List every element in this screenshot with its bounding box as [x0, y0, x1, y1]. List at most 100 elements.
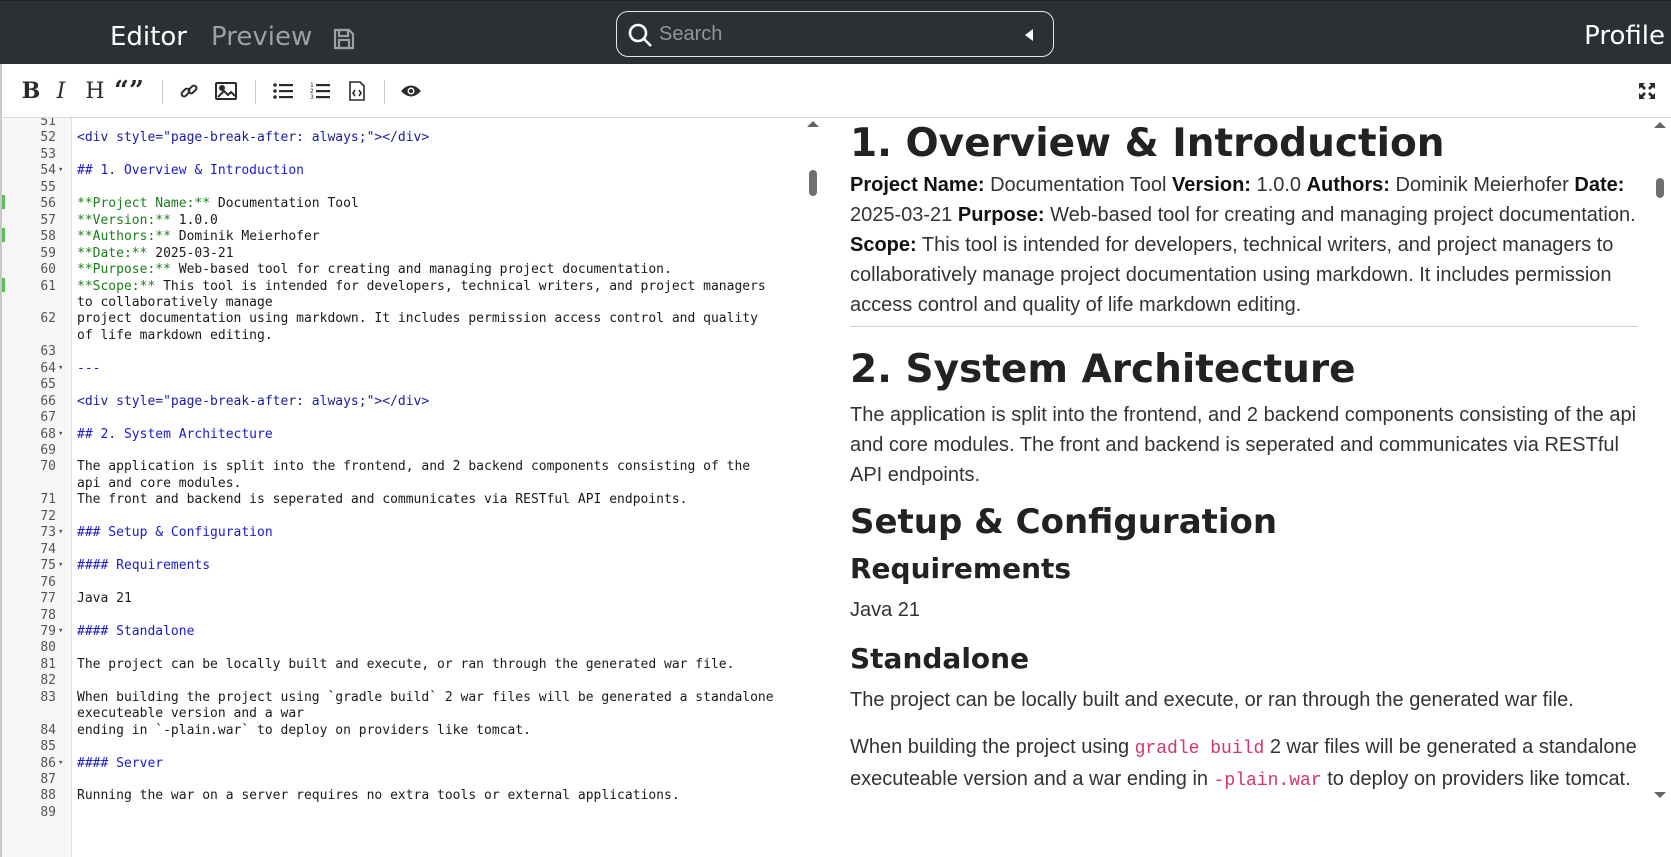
- code-text: <div style="page-break-after: always;"><…: [77, 130, 430, 146]
- line-number: 63: [40, 344, 56, 360]
- line-number: 54: [40, 163, 56, 179]
- image-button[interactable]: [211, 76, 241, 106]
- line-number: 70: [40, 459, 56, 475]
- heading-overview: 1. Overview & Introduction: [850, 121, 1445, 166]
- line-number: 67: [40, 410, 56, 426]
- numbered-list-button[interactable]: 123: [305, 76, 335, 106]
- bold-icon: B: [21, 78, 41, 104]
- code-text: ---: [77, 360, 101, 376]
- line-number: 68: [40, 426, 56, 442]
- bulleted-list-button[interactable]: [268, 76, 298, 106]
- line-number: 58: [40, 229, 56, 245]
- code-block-icon: [349, 81, 365, 101]
- editor-toolbar: B I H “” 123: [0, 64, 1671, 118]
- code-text: #### Standalone: [77, 623, 195, 639]
- code-text: The application is split into the fronte…: [77, 459, 751, 475]
- link-icon: [180, 84, 198, 98]
- quote-icon: “”: [114, 76, 144, 106]
- code-text: Java 21: [77, 591, 132, 607]
- architecture-paragraph: The application is split into the fronte…: [850, 404, 1637, 486]
- line-number: 76: [40, 574, 56, 590]
- toolbar-divider: [384, 80, 385, 104]
- line-number: 84: [40, 722, 56, 738]
- heading-standalone: Standalone: [850, 642, 1030, 675]
- fold-toggle-icon[interactable]: ▾: [58, 524, 63, 542]
- line-number: 82: [40, 673, 56, 689]
- code-text: project documentation using markdown. It…: [77, 311, 758, 327]
- toolbar-divider: [162, 80, 163, 104]
- line-number: 77: [40, 591, 56, 607]
- code-text: <div style="page-break-after: always;"><…: [77, 393, 430, 409]
- search-input[interactable]: [659, 20, 979, 48]
- search-icon: [628, 23, 652, 47]
- line-number: 79: [40, 623, 56, 639]
- fold-toggle-icon[interactable]: ▾: [58, 360, 63, 378]
- bold-button[interactable]: B: [16, 76, 46, 106]
- line-number: 89: [40, 804, 56, 820]
- code-text: The front and backend is seperated and c…: [77, 492, 688, 508]
- line-number: 75: [40, 558, 56, 574]
- preview-eye-icon: [401, 85, 421, 97]
- editor-scrollbar[interactable]: [804, 118, 822, 857]
- change-marker: [2, 277, 5, 292]
- heading-requirements: Requirements: [850, 552, 1072, 585]
- fullscreen-icon: [1639, 83, 1655, 99]
- line-number: 73: [40, 525, 56, 541]
- change-marker: [2, 195, 5, 210]
- standalone-paragraph: The project can be locally built and exe…: [850, 689, 1574, 711]
- heading-button[interactable]: H: [80, 76, 110, 106]
- line-number: 71: [40, 492, 56, 508]
- italic-button[interactable]: I: [46, 76, 76, 106]
- requirements-text: Java 21: [850, 599, 921, 621]
- link-button[interactable]: [174, 76, 204, 106]
- toggle-preview-button[interactable]: [396, 76, 426, 106]
- markdown-editor[interactable]: 51 52 <div style="page-break-after: always…: [0, 118, 822, 857]
- line-number: 65: [40, 377, 56, 393]
- line-number: 74: [40, 541, 56, 557]
- inline-code: gradle build: [1134, 739, 1265, 759]
- code-text: #### Server: [77, 755, 164, 771]
- profile-link[interactable]: Profile: [1584, 1, 1665, 65]
- tab-editor[interactable]: Editor: [110, 1, 187, 65]
- line-number: 57: [40, 212, 56, 228]
- preview-scrollbar[interactable]: [1649, 118, 1671, 857]
- line-number: 78: [40, 607, 56, 623]
- code-text: **Project Name:** Documentation Tool: [77, 196, 359, 212]
- fold-toggle-icon[interactable]: ▾: [58, 557, 63, 575]
- fold-toggle-icon[interactable]: ▾: [58, 426, 63, 444]
- code-text: to collaboratively manage: [77, 294, 273, 310]
- code-text: **Date:** 2025-03-21: [77, 245, 234, 261]
- search-box[interactable]: [616, 11, 1054, 57]
- code-text: When building the project using `gradle …: [77, 689, 774, 705]
- collapse-left-icon[interactable]: [1023, 27, 1035, 43]
- quote-button[interactable]: “”: [114, 76, 144, 106]
- top-navbar: Editor Preview Profile: [0, 0, 1671, 64]
- fold-toggle-icon[interactable]: ▾: [58, 623, 63, 641]
- line-number: 66: [40, 393, 56, 409]
- heading-icon: H: [85, 78, 105, 104]
- line-number: 59: [40, 245, 56, 261]
- code-block-button[interactable]: [342, 76, 372, 106]
- line-number: 72: [40, 508, 56, 524]
- code-text: ## 2. System Architecture: [77, 426, 273, 442]
- italic-icon: I: [56, 78, 66, 104]
- save-icon[interactable]: [332, 27, 356, 51]
- code-text: #### Requirements: [77, 558, 211, 574]
- line-number: 56: [40, 196, 56, 212]
- code-text: **Scope:** This tool is intended for dev…: [77, 278, 766, 294]
- code-text: The project can be locally built and exe…: [77, 656, 735, 672]
- line-number: 88: [40, 788, 56, 804]
- heading-architecture: 2. System Architecture: [850, 347, 1356, 392]
- line-number: 62: [40, 311, 56, 327]
- fold-toggle-icon[interactable]: ▾: [58, 162, 63, 180]
- line-number: 61: [40, 278, 56, 294]
- horizontal-rule: [850, 326, 1638, 327]
- fold-toggle-icon[interactable]: ▾: [58, 755, 63, 773]
- heading-setup: Setup & Configuration: [850, 502, 1278, 542]
- bulleted-list-icon: [273, 83, 293, 99]
- fullscreen-button[interactable]: [1632, 76, 1662, 106]
- line-number: 55: [40, 179, 56, 195]
- inline-code: -plain.war: [1213, 771, 1322, 791]
- tab-preview[interactable]: Preview: [211, 1, 312, 65]
- code-text: **Version:** 1.0.0: [77, 212, 218, 228]
